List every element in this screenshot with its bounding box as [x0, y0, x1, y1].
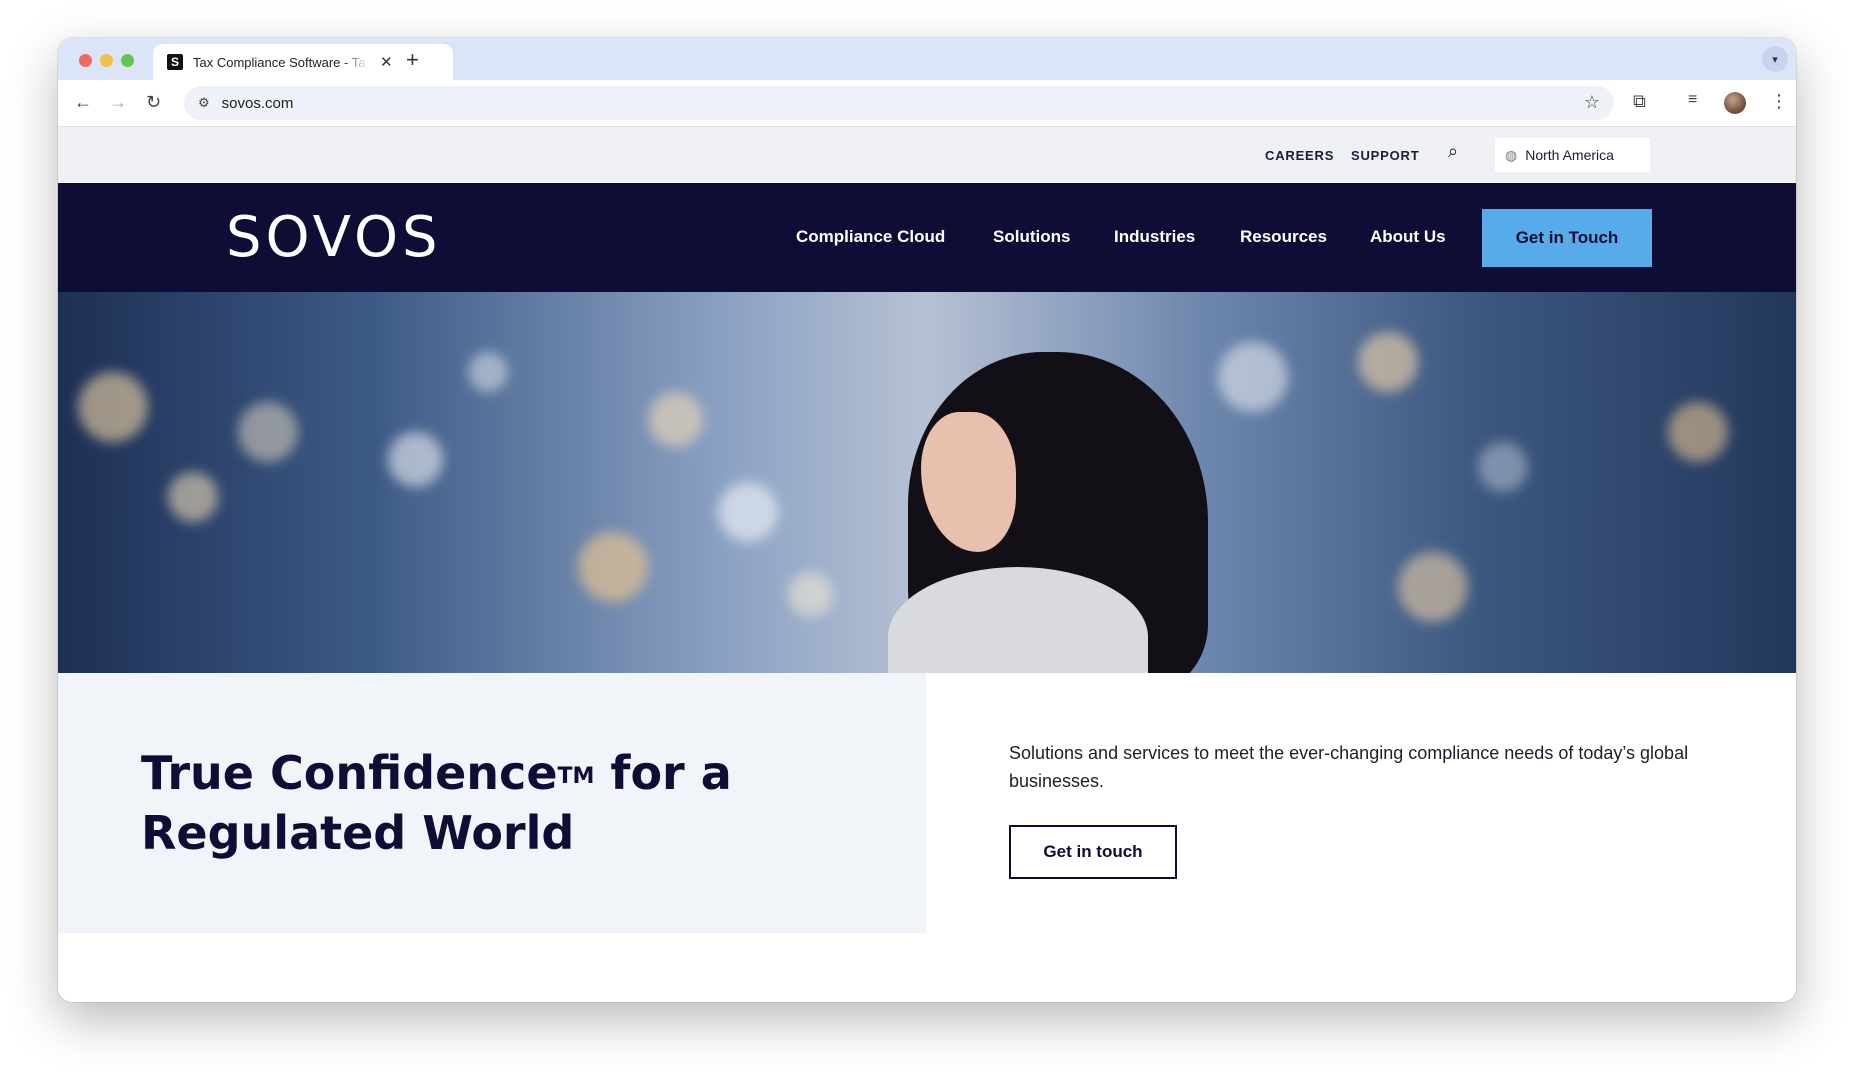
description-panel: Solutions and services to meet the ever-…: [926, 673, 1796, 933]
media-controls-icon[interactable]: ≡: [1688, 91, 1697, 109]
window-close-button[interactable]: [79, 54, 92, 67]
browser-toolbar: ← → ↻ ⚙ sovos.com ☆ ⧉ ≡ ⋮: [58, 80, 1796, 127]
nav-industries[interactable]: Industries: [1114, 227, 1195, 247]
get-in-touch-button[interactable]: Get in Touch: [1482, 209, 1652, 267]
region-selector[interactable]: ◍ North America: [1495, 138, 1650, 172]
extensions-icon[interactable]: ⧉: [1633, 91, 1646, 112]
main-navigation: SOVOS Compliance Cloud Solutions Industr…: [58, 183, 1796, 292]
tab-search-chevron-down-icon[interactable]: ▾: [1762, 46, 1788, 72]
window-maximize-button[interactable]: [121, 54, 134, 67]
forward-arrow-icon[interactable]: →: [109, 92, 127, 113]
headline-part1: True Confidence: [141, 746, 558, 800]
page-headline: True ConfidenceTM for a Regulated World: [141, 743, 761, 863]
utility-bar: CAREERS SUPPORT ⌕ ◍ North America: [58, 127, 1796, 182]
url-text[interactable]: sovos.com: [222, 95, 294, 112]
nav-compliance-cloud[interactable]: Compliance Cloud: [796, 227, 945, 247]
search-icon[interactable]: ⌕: [1448, 141, 1458, 162]
tab-title: Tax Compliance Software - Tax: [193, 54, 368, 70]
back-arrow-icon[interactable]: ←: [74, 92, 92, 113]
page-description: Solutions and services to meet the ever-…: [1009, 743, 1689, 791]
hero-image: [58, 292, 1796, 673]
nav-about-us[interactable]: About Us: [1370, 227, 1446, 247]
bookmark-star-icon[interactable]: ☆: [1584, 92, 1600, 113]
tab-close-icon[interactable]: ✕: [380, 53, 393, 71]
new-tab-icon[interactable]: +: [406, 47, 419, 73]
window-minimize-button[interactable]: [100, 54, 113, 67]
site-info-icon[interactable]: ⚙: [198, 95, 210, 111]
reload-icon[interactable]: ↻: [146, 92, 161, 113]
browser-menu-icon[interactable]: ⋮: [1770, 91, 1788, 112]
sovos-logo[interactable]: SOVOS: [226, 205, 442, 270]
region-label: North America: [1525, 147, 1614, 163]
headline-panel: True ConfidenceTM for a Regulated World: [58, 673, 926, 933]
nav-solutions[interactable]: Solutions: [993, 227, 1070, 247]
globe-icon: ◍: [1505, 146, 1518, 163]
nav-resources[interactable]: Resources: [1240, 227, 1327, 247]
careers-link[interactable]: CAREERS: [1265, 148, 1334, 163]
browser-window: S Tax Compliance Software - Tax ✕ + ▾ ← …: [58, 38, 1796, 1002]
sovos-favicon-icon: S: [167, 54, 183, 70]
support-link[interactable]: SUPPORT: [1351, 148, 1419, 163]
get-in-touch-outline-button[interactable]: Get in touch: [1009, 825, 1177, 879]
profile-avatar[interactable]: [1724, 92, 1746, 114]
tab-strip: S Tax Compliance Software - Tax ✕ + ▾: [58, 38, 1796, 80]
trademark-symbol: TM: [557, 764, 595, 789]
address-bar[interactable]: ⚙ sovos.com ☆: [184, 86, 1614, 120]
